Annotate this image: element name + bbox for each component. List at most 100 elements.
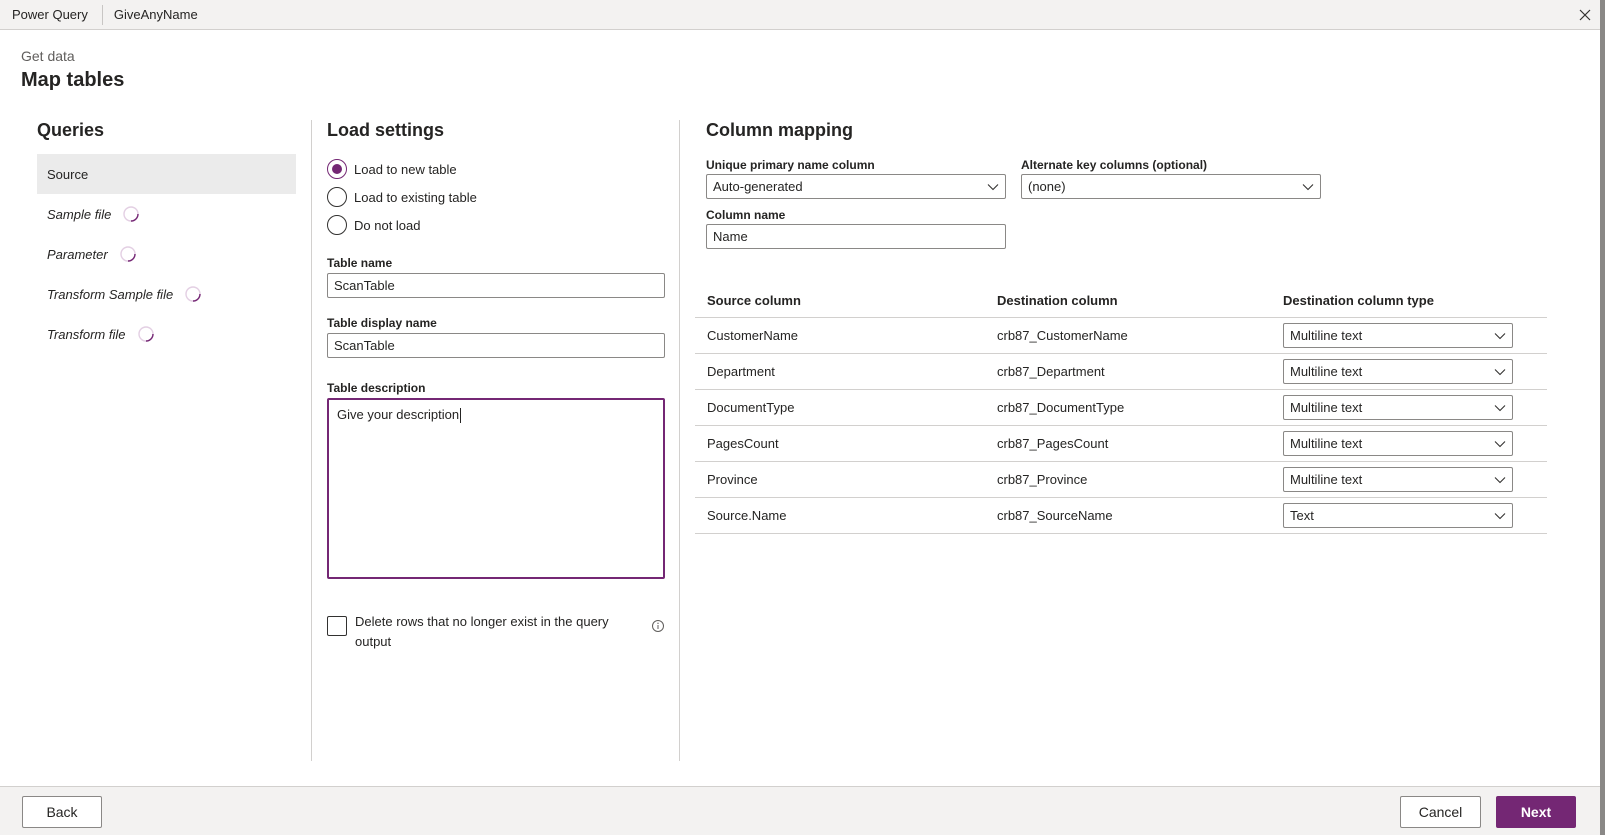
close-icon: [1579, 9, 1591, 21]
source-column-cell: CustomerName: [707, 328, 799, 343]
radio-do-not-load[interactable]: Do not load: [327, 215, 421, 235]
dropdown-value: Auto-generated: [713, 179, 803, 194]
destination-type-dropdown[interactable]: Multiline text: [1283, 359, 1513, 384]
header-destination-column: Destination column: [997, 293, 1118, 308]
delete-rows-option: Delete rows that no longer exist in the …: [327, 612, 625, 652]
primary-name-label: Unique primary name column: [706, 158, 875, 172]
column-name-label: Column name: [706, 208, 786, 222]
destination-type-dropdown[interactable]: Multiline text: [1283, 431, 1513, 456]
query-label: Source: [47, 166, 89, 182]
table-name-input[interactable]: ScanTable: [327, 273, 665, 298]
query-item-sample-file[interactable]: Sample file: [37, 194, 296, 234]
alternate-key-dropdown[interactable]: (none): [1021, 174, 1321, 199]
column-name-input[interactable]: Name: [706, 224, 1006, 249]
source-column-cell: Source.Name: [707, 508, 787, 523]
primary-name-dropdown[interactable]: Auto-generated: [706, 174, 1006, 199]
next-button[interactable]: Next: [1496, 796, 1576, 828]
query-item-parameter[interactable]: Parameter: [37, 234, 296, 274]
table-row: CustomerName crb87_CustomerName Multilin…: [695, 318, 1547, 354]
destination-column-cell: crb87_PagesCount: [997, 436, 1109, 451]
chevron-down-icon: [1494, 476, 1506, 483]
source-column-cell: Department: [707, 364, 775, 379]
chevron-down-icon: [987, 183, 999, 190]
column-divider: [311, 120, 312, 761]
query-item-transform-sample-file[interactable]: Transform Sample file: [37, 274, 296, 314]
destination-column-cell: crb87_CustomerName: [997, 328, 1128, 343]
close-button[interactable]: [1574, 4, 1596, 26]
delete-rows-checkbox[interactable]: [327, 616, 347, 636]
table-description-textarea[interactable]: Give your description: [327, 398, 665, 579]
source-column-cell: PagesCount: [707, 436, 779, 451]
query-label: Transform Sample file: [47, 286, 174, 302]
footer-bar: Back Cancel Next: [0, 786, 1600, 835]
cancel-button[interactable]: Cancel: [1400, 796, 1481, 828]
radio-label: Load to existing table: [354, 189, 477, 205]
queries-list: Source Sample file Parameter Transform S…: [37, 154, 296, 354]
table-row: Province crb87_Province Multiline text: [695, 462, 1547, 498]
table-row: Source.Name crb87_SourceName Text: [695, 498, 1547, 534]
info-icon[interactable]: [651, 619, 665, 633]
back-button[interactable]: Back: [22, 796, 102, 828]
alternate-key-label: Alternate key columns (optional): [1021, 158, 1208, 172]
radio-button[interactable]: [327, 187, 347, 207]
query-label: Sample file: [47, 206, 112, 222]
destination-column-cell: crb87_SourceName: [997, 508, 1113, 523]
delete-rows-label: Delete rows that no longer exist in the …: [355, 614, 609, 649]
radio-load-new-table[interactable]: Load to new table: [327, 159, 457, 179]
table-display-name-input[interactable]: ScanTable: [327, 333, 665, 358]
breadcrumb: Get data: [21, 48, 75, 64]
table-row: PagesCount crb87_PagesCount Multiline te…: [695, 426, 1547, 462]
query-item-source[interactable]: Source: [37, 154, 296, 194]
app-name: Power Query: [12, 7, 88, 22]
window-edge: [1600, 0, 1605, 835]
title-bar: Power Query GiveAnyName: [0, 0, 1600, 30]
radio-label: Do not load: [354, 217, 421, 233]
source-column-cell: DocumentType: [707, 400, 795, 415]
loading-spinner-icon: [120, 246, 136, 262]
document-name: GiveAnyName: [113, 7, 198, 22]
dropdown-value: Multiline text: [1290, 436, 1363, 451]
query-label: Transform file: [47, 326, 126, 342]
column-divider: [679, 120, 680, 761]
destination-type-dropdown[interactable]: Multiline text: [1283, 395, 1513, 420]
destination-type-dropdown[interactable]: Multiline text: [1283, 467, 1513, 492]
queries-heading: Queries: [37, 120, 105, 140]
dropdown-value: Multiline text: [1290, 472, 1363, 487]
dropdown-value: Text: [1290, 508, 1314, 523]
chevron-down-icon: [1494, 404, 1506, 411]
chevron-down-icon: [1494, 332, 1506, 339]
destination-column-cell: crb87_Department: [997, 364, 1105, 379]
dropdown-value: Multiline text: [1290, 328, 1363, 343]
dropdown-value: Multiline text: [1290, 400, 1363, 415]
query-item-transform-file[interactable]: Transform file: [37, 314, 296, 354]
destination-column-cell: crb87_DocumentType: [997, 400, 1125, 415]
table-row: DocumentType crb87_DocumentType Multilin…: [695, 390, 1547, 426]
header-destination-type: Destination column type: [1283, 293, 1434, 308]
dropdown-value: (none): [1028, 179, 1066, 194]
description-text: Give your description: [337, 407, 460, 422]
table-display-name-label: Table display name: [327, 316, 437, 330]
destination-type-dropdown[interactable]: Multiline text: [1283, 323, 1513, 348]
page-title: Map tables: [21, 69, 125, 91]
radio-button[interactable]: [327, 159, 347, 179]
load-settings-heading: Load settings: [327, 120, 445, 140]
destination-type-dropdown[interactable]: Text: [1283, 503, 1513, 528]
radio-label: Load to new table: [354, 161, 457, 177]
radio-load-existing-table[interactable]: Load to existing table: [327, 187, 477, 207]
column-mapping-heading: Column mapping: [706, 120, 853, 140]
source-column-cell: Province: [707, 472, 758, 487]
chevron-down-icon: [1494, 512, 1506, 519]
table-header: Source column Destination column Destina…: [695, 284, 1547, 318]
table-description-label: Table description: [327, 381, 426, 395]
loading-spinner-icon: [123, 206, 140, 222]
table-name-label: Table name: [327, 256, 393, 270]
loading-spinner-icon: [137, 326, 154, 342]
chevron-down-icon: [1494, 368, 1506, 375]
table-row: Department crb87_Department Multiline te…: [695, 354, 1547, 390]
column-mapping-table: Source column Destination column Destina…: [695, 284, 1547, 534]
chevron-down-icon: [1494, 440, 1506, 447]
radio-button[interactable]: [327, 215, 347, 235]
loading-spinner-icon: [185, 286, 201, 302]
destination-column-cell: crb87_Province: [997, 472, 1088, 487]
chevron-down-icon: [1302, 183, 1314, 190]
